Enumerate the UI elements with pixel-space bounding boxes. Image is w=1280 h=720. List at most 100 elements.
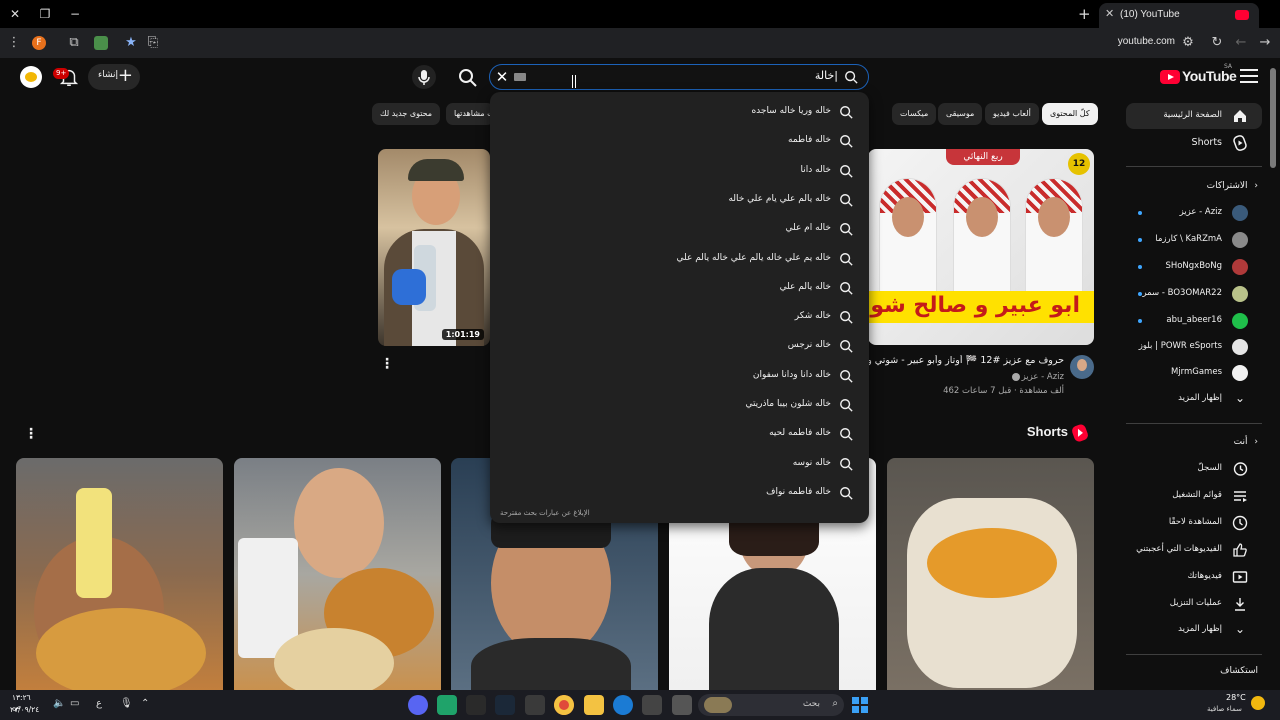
search-suggestion[interactable]: خاله وريا خاله ساجده (490, 98, 869, 127)
store-icon[interactable] (642, 695, 662, 715)
sidebar-item-history[interactable]: السجلّ (1126, 456, 1262, 482)
video-thumbnail[interactable]: ربع النهائي 12 ابو عبير و صالح شو (868, 149, 1094, 345)
search-suggestion[interactable]: خاله دانا (490, 157, 869, 186)
language-indicator-icon[interactable]: ع (96, 698, 102, 709)
discord-icon[interactable] (408, 695, 428, 715)
keyboard-icon[interactable] (514, 73, 526, 81)
video-title[interactable]: حروف مع عزيز #12 🏁 أوتاز وأبو عبير - شوت… (868, 355, 1064, 366)
search-suggestion[interactable]: خاله نوسه (490, 450, 869, 479)
sidebar-item-downloads[interactable]: عمليات التنزيل (1126, 591, 1262, 617)
chip-watched[interactable]: تمت مشاهدتها (446, 103, 494, 125)
chip-all[interactable]: كلّ المحتوى (1042, 103, 1098, 125)
search-suggestion[interactable]: خاله نرجس (490, 332, 869, 361)
bookmark-star-icon[interactable]: ★ (122, 34, 140, 52)
search-suggestion[interactable]: خاله ام علي (490, 215, 869, 244)
sidebar-item-subscription[interactable]: بلوز | POWR eSports (1126, 334, 1262, 360)
sidebar-item-shorts[interactable]: Shorts (1126, 130, 1262, 156)
search-suggestion[interactable]: خاله دانا ودانا سفوان (490, 362, 869, 391)
short-thumbnail[interactable] (234, 458, 441, 690)
subscriptions-header[interactable]: الاشتراكات › (1207, 181, 1258, 191)
search-suggestion[interactable]: خاله فاطمه نواف (490, 479, 869, 508)
app-m-icon[interactable] (525, 695, 545, 715)
tab-youtube[interactable]: ✕ (10) YouTube (1099, 3, 1259, 28)
voice-search-button[interactable] (412, 65, 436, 89)
chip-gaming[interactable]: ألعاب فيديو (985, 103, 1039, 125)
sidebar-item-liked-videos[interactable]: الفيديوهات التي أعجبتني (1126, 537, 1262, 563)
sidebar-item-playlists[interactable]: قوائم التشغيل (1126, 483, 1262, 509)
weather-temperature[interactable]: 28°C (1226, 693, 1246, 702)
search-suggestion[interactable]: خاله يم علي خاله يالم علي خاله يالم علي (490, 245, 869, 274)
sidebar-show-more[interactable]: إظهار المزيد ⌄ (1126, 617, 1262, 643)
browser-menu-icon[interactable]: ⋮ (5, 34, 23, 52)
sidebar-item-watch-later[interactable]: المشاهدة لاحقًا (1126, 510, 1262, 536)
network-icon[interactable]: ▭ (70, 698, 79, 709)
url-text[interactable]: youtube.com (1095, 36, 1175, 47)
sidebar-item-subscription[interactable]: عزيز - Aziz (1126, 200, 1262, 226)
you-header[interactable]: أنت › (1234, 437, 1258, 447)
tray-overflow-icon[interactable]: ⌃ (141, 698, 149, 709)
video-thumbnail[interactable]: 1:01:19 (378, 149, 490, 346)
close-window-icon[interactable]: ✕ (6, 5, 24, 23)
search-suggestion[interactable]: خاله شكر (490, 303, 869, 332)
guide-menu-icon[interactable] (1240, 69, 1258, 83)
minimize-window-icon[interactable]: − (66, 5, 84, 23)
volume-icon[interactable]: 🔈 (53, 698, 65, 709)
search-suggestion[interactable]: خاله يالم علي (490, 274, 869, 303)
search-suggestion[interactable]: خاله فاطمه لحيه (490, 420, 869, 449)
weather-moon-icon[interactable] (1251, 696, 1265, 710)
search-suggestion[interactable]: خاله فاطمه (490, 127, 869, 156)
back-icon[interactable]: → (1256, 34, 1274, 52)
extension-green-icon[interactable] (94, 36, 108, 50)
search-box[interactable]: ✕ خالة| (489, 64, 869, 90)
shorts-menu-icon[interactable]: ⋮ (24, 426, 38, 442)
task-view-icon[interactable] (672, 695, 692, 715)
thumbnail-person (1026, 179, 1082, 309)
file-explorer-icon[interactable] (584, 695, 604, 715)
chip-new-to-you[interactable]: محتوى جديد لك (372, 103, 441, 125)
app-github-icon[interactable] (466, 695, 486, 715)
sidebar-item-home[interactable]: الصفحة الرئيسية (1126, 103, 1262, 129)
video-menu-icon[interactable]: ⋮ (380, 356, 394, 372)
extensions-icon[interactable]: ⧉ (65, 34, 83, 52)
short-thumbnail[interactable] (887, 458, 1094, 690)
close-tab-icon[interactable]: ✕ (1105, 7, 1114, 20)
search-input[interactable]: خالة| (815, 69, 838, 82)
steam-icon[interactable] (495, 695, 515, 715)
channel-avatar[interactable] (1070, 355, 1094, 379)
reload-icon[interactable]: ↻ (1208, 34, 1226, 52)
short-thumbnail[interactable] (16, 458, 223, 690)
install-app-icon[interactable]: ⎘ (144, 34, 162, 52)
chip-mixes[interactable]: ميكسات (892, 103, 937, 125)
video-channel-name[interactable]: عزيز - Aziz (960, 372, 1064, 382)
taskbar-search[interactable]: بحث ⌕ (698, 694, 844, 716)
sidebar-item-subscription[interactable]: كارزما \ KaRZmA (1126, 227, 1262, 253)
page-scrollbar[interactable] (1270, 68, 1276, 168)
chrome-icon[interactable] (554, 695, 574, 715)
sidebar-item-subscription[interactable]: سمر - BO3OMAR22 (1126, 281, 1262, 307)
search-button[interactable] (456, 66, 480, 90)
microphone-tray-icon[interactable]: 🎙 (120, 698, 133, 709)
app-green-icon[interactable] (437, 695, 457, 715)
restore-window-icon[interactable]: ❐ (36, 5, 54, 23)
forward-icon[interactable]: ← (1232, 34, 1250, 52)
extension-f-icon[interactable]: F (32, 36, 46, 50)
sidebar-item-subscription[interactable]: abu_abeer16 (1126, 308, 1262, 334)
clear-search-icon[interactable]: ✕ (494, 68, 510, 86)
sidebar-show-more[interactable]: إظهار المزيد ⌄ (1126, 386, 1262, 412)
search-suggestion[interactable]: خاله يالم علي يام علي خاله (490, 186, 869, 215)
new-tab-icon[interactable]: + (1078, 5, 1091, 23)
sidebar-item-your-videos[interactable]: فيديوهاتك (1126, 564, 1262, 590)
create-button[interactable]: إنشاء + (88, 64, 140, 90)
start-windows-icon[interactable] (852, 697, 868, 713)
sidebar-item-subscription[interactable]: MjrmGames (1126, 360, 1262, 386)
search-suggestion[interactable]: خاله شلون بيبا ماذريتي (490, 391, 869, 420)
weather-description[interactable]: سماء صافية (1207, 705, 1242, 713)
account-avatar[interactable] (20, 66, 42, 88)
report-suggestions-link[interactable]: الإبلاغ عن عبارات بحث مقترحة (500, 509, 590, 517)
edge-icon[interactable] (613, 695, 633, 715)
clock-date[interactable]: ٢٧/٠٩/٢٤ (10, 705, 39, 714)
site-settings-icon[interactable]: ⚙ (1179, 34, 1197, 52)
thumbnail-round-label: ربع النهائي (946, 149, 1020, 165)
sidebar-item-subscription[interactable]: SHoNgxBoNg (1126, 254, 1262, 280)
chip-music[interactable]: موسيقى (938, 103, 983, 125)
